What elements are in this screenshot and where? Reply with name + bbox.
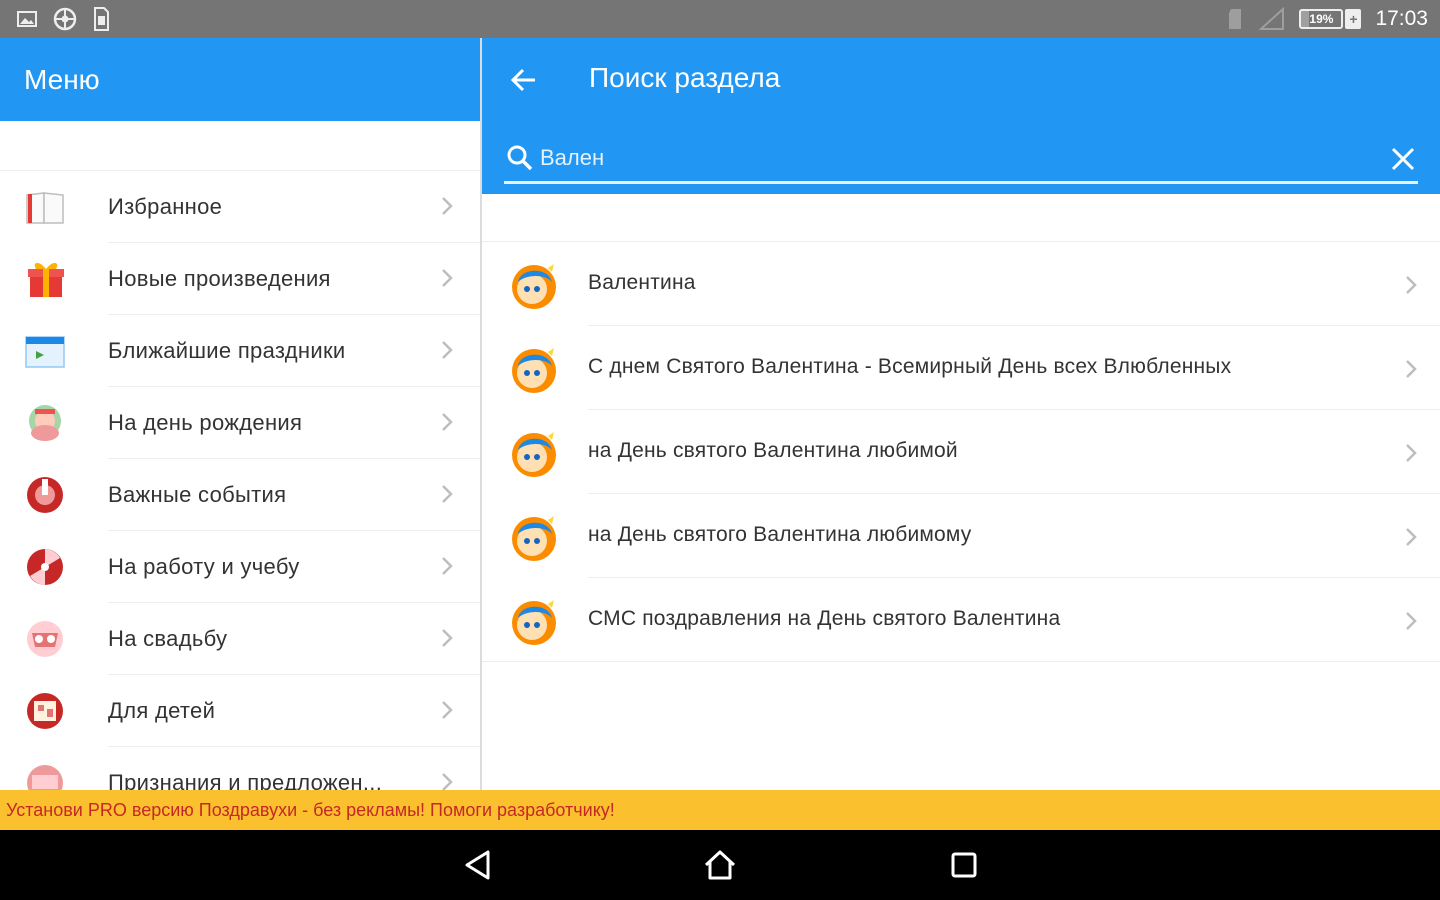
menu-spacer — [0, 121, 480, 171]
search-result-item[interactable]: СМС поздравления на День святого Валенти… — [482, 578, 1440, 662]
menu-item-label: Для детей — [108, 698, 216, 723]
search-result-label: на День святого Валентина любимому — [588, 523, 972, 546]
menu-item-work-study[interactable]: На работу и учебу — [0, 531, 480, 603]
battery-fill — [1301, 11, 1310, 27]
sim-icon — [94, 7, 109, 31]
image-icon — [17, 11, 37, 27]
search-header: Поиск раздела — [482, 38, 1440, 194]
menu-item-wedding[interactable]: На свадьбу — [0, 603, 480, 675]
search-result-item[interactable]: на День святого Валентина любимой — [482, 410, 1440, 494]
promo-banner[interactable]: Установи PRO версию Поздравухи - без рек… — [0, 790, 1440, 830]
search-result-item[interactable]: Валентина — [482, 242, 1440, 326]
menu-header: Меню — [0, 38, 480, 121]
search-icon — [507, 145, 533, 171]
chevron-right-icon — [442, 557, 453, 575]
menu-item-label: На день рождения — [108, 410, 303, 435]
search-result-label: С днем Святого Валентина - Всемирный Ден… — [588, 355, 1232, 378]
home-nav-icon[interactable] — [702, 847, 738, 883]
cupid-avatar-icon — [512, 264, 556, 309]
search-result-label: Валентина — [588, 271, 696, 294]
menu-item-label: Новые произведения — [108, 266, 331, 291]
menu-item-label: Ближайшие праздники — [108, 338, 346, 363]
search-input[interactable] — [540, 143, 1360, 173]
search-title: Поиск раздела — [589, 62, 781, 93]
battery-percent: 19% — [1309, 12, 1334, 26]
battery-indicator: 19% — [1299, 9, 1344, 29]
chevron-right-icon — [442, 701, 453, 719]
results-spacer — [482, 194, 1440, 242]
calendar-icon — [25, 336, 65, 368]
chevron-right-icon — [442, 341, 453, 359]
cupid-avatar-icon — [512, 348, 556, 393]
menu-item-new-works[interactable]: Новые произведения — [0, 243, 480, 315]
chevron-right-icon — [1406, 276, 1417, 294]
navigation-bar — [0, 830, 1440, 900]
battery-charging-icon: 19% + — [1299, 9, 1362, 29]
search-result-label: на День святого Валентина любимой — [588, 439, 958, 462]
menu-item-favorites[interactable]: Избранное — [0, 171, 480, 243]
chevron-right-icon — [442, 413, 453, 431]
row-divider — [482, 661, 1440, 662]
events-icon — [27, 477, 63, 513]
chevron-right-icon — [442, 197, 453, 215]
chevron-right-icon — [1406, 612, 1417, 630]
chevron-right-icon — [442, 269, 453, 287]
search-result-label: СМС поздравления на День святого Валенти… — [588, 607, 1061, 630]
menu-item-label: На работу и учебу — [108, 554, 300, 579]
menu-item-upcoming-holidays[interactable]: Ближайшие праздники — [0, 315, 480, 387]
chevron-right-icon — [1406, 360, 1417, 378]
sd-card-icon — [1229, 9, 1242, 29]
birthday-icon — [29, 405, 61, 441]
menu-item-label: Признания и предложен... — [108, 770, 383, 790]
chevron-right-icon — [442, 629, 453, 647]
gift-icon — [28, 262, 64, 297]
chevron-right-icon — [442, 773, 453, 790]
love-icon — [27, 765, 63, 790]
menu-item-confessions[interactable]: Признания и предложен... — [0, 747, 480, 790]
search-bar — [504, 140, 1418, 184]
charging-plus-icon: + — [1345, 9, 1362, 29]
back-arrow-icon[interactable] — [508, 64, 540, 96]
menu-item-birthday[interactable]: На день рождения — [0, 387, 480, 459]
search-result-item[interactable]: С днем Святого Валентина - Всемирный Ден… — [482, 326, 1440, 410]
search-panel: Поиск раздела Валентина — [482, 38, 1440, 790]
menu-item-label: Важные события — [108, 482, 287, 507]
chevron-right-icon — [1406, 528, 1417, 546]
status-bar: 19% + 17:03 — [0, 0, 1440, 38]
back-nav-icon[interactable] — [460, 847, 496, 883]
signal-icon — [1259, 7, 1285, 30]
menu-item-label: На свадьбу — [108, 626, 228, 651]
cupid-avatar-icon — [512, 516, 556, 561]
settings-icon — [53, 7, 77, 31]
search-result-item[interactable]: на День святого Валентина любимому — [482, 494, 1440, 578]
menu-title: Меню — [24, 63, 100, 95]
wedding-icon — [27, 621, 63, 657]
recents-nav-icon[interactable] — [946, 847, 982, 883]
close-icon[interactable] — [1390, 146, 1416, 172]
work-icon — [27, 549, 63, 585]
promo-text: Установи PRO версию Поздравухи - без рек… — [6, 799, 615, 820]
cupid-avatar-icon — [512, 432, 556, 477]
menu-item-label: Избранное — [108, 194, 223, 219]
cupid-avatar-icon — [512, 600, 556, 645]
book-icon — [26, 192, 64, 224]
chevron-right-icon — [1406, 444, 1417, 462]
kids-icon — [27, 693, 63, 729]
clock: 17:03 — [1375, 7, 1428, 30]
menu-item-kids[interactable]: Для детей — [0, 675, 480, 747]
chevron-right-icon — [442, 485, 453, 503]
menu-panel: Меню Избранное Новые произведения Ближай… — [0, 38, 480, 790]
menu-item-important-events[interactable]: Важные события — [0, 459, 480, 531]
